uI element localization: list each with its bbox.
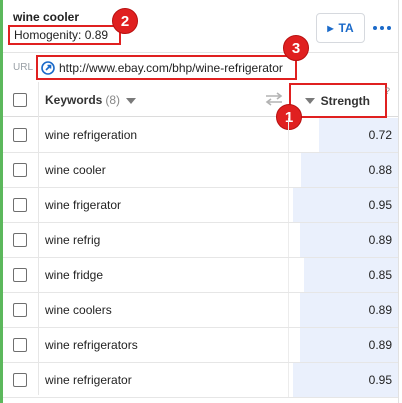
table-row[interactable]: wine refrigerator 0.95 bbox=[3, 363, 398, 398]
strength-cell: 0.89 bbox=[368, 338, 392, 352]
table-row[interactable]: wine fridge 0.85 bbox=[3, 258, 398, 293]
keywords-count: (8) bbox=[105, 93, 121, 107]
url-label: URL bbox=[13, 62, 34, 73]
keyword-cluster-panel: wine cooler Homogenity: 0.89 ▶ TA 2 URL … bbox=[0, 0, 402, 403]
table-row[interactable]: wine cooler 0.88 bbox=[3, 153, 398, 188]
keyword-cell: wine coolers bbox=[45, 303, 112, 317]
strength-header-label: Strength bbox=[320, 93, 370, 108]
keyword-cell: wine refrigerators bbox=[45, 338, 138, 352]
strength-cell: 0.95 bbox=[368, 198, 392, 212]
keyword-cell: wine refrigerator bbox=[45, 373, 132, 387]
url-text: http://www.ebay.com/bhp/wine-refrigerato… bbox=[59, 60, 283, 75]
url-link[interactable]: http://www.ebay.com/bhp/wine-refrigerato… bbox=[36, 55, 297, 80]
column-divider bbox=[288, 363, 289, 397]
swap-columns-icon[interactable] bbox=[265, 92, 283, 106]
sort-caret-icon bbox=[126, 97, 137, 104]
strength-cell: 0.89 bbox=[368, 233, 392, 247]
keyword-cell: wine refrig bbox=[45, 233, 101, 247]
row-checkbox[interactable] bbox=[13, 233, 27, 247]
ta-button[interactable]: ▶ TA bbox=[316, 13, 365, 43]
column-divider bbox=[288, 223, 289, 257]
right-border bbox=[398, 0, 399, 403]
play-icon: ▶ bbox=[327, 23, 334, 33]
strength-cell: 0.72 bbox=[368, 128, 392, 142]
row-checkbox[interactable] bbox=[13, 338, 27, 352]
more-options-icon[interactable] bbox=[372, 18, 392, 38]
column-divider bbox=[288, 328, 289, 362]
row-checkbox[interactable] bbox=[13, 303, 27, 317]
strength-cell: 0.88 bbox=[368, 163, 392, 177]
column-divider bbox=[288, 293, 289, 327]
keyword-cell: wine cooler bbox=[45, 163, 106, 177]
strength-cell: 0.89 bbox=[368, 303, 392, 317]
select-all-checkbox[interactable] bbox=[13, 93, 27, 107]
keyword-cell: wine refrigeration bbox=[45, 128, 138, 142]
row-checkbox[interactable] bbox=[13, 198, 27, 212]
column-divider bbox=[288, 118, 289, 152]
row-checkbox[interactable] bbox=[13, 163, 27, 177]
keyword-cell: wine frigerator bbox=[45, 198, 122, 212]
keyword-cell: wine fridge bbox=[45, 268, 104, 282]
cluster-title: wine cooler bbox=[13, 10, 80, 24]
strength-cell: 0.95 bbox=[368, 373, 392, 387]
table-row[interactable]: wine coolers 0.89 bbox=[3, 293, 398, 328]
help-icon[interactable]: ? bbox=[385, 86, 390, 96]
keywords-header-label: Keywords bbox=[45, 93, 103, 107]
column-divider bbox=[288, 153, 289, 187]
table-row[interactable]: wine refrig 0.89 bbox=[3, 223, 398, 258]
ta-button-label: TA bbox=[338, 21, 354, 35]
external-link-icon bbox=[41, 60, 55, 75]
annotation-badge-2: 2 bbox=[112, 8, 138, 34]
strength-column-header[interactable]: Strength bbox=[289, 83, 387, 118]
column-divider bbox=[288, 188, 289, 222]
keywords-column-header[interactable]: Keywords (8) bbox=[45, 93, 137, 107]
sort-caret-icon bbox=[304, 97, 315, 104]
table-row[interactable]: wine refrigeration 0.72 bbox=[3, 118, 398, 153]
row-checkbox[interactable] bbox=[13, 373, 27, 387]
homogenity-label: Homogenity: 0.89 bbox=[8, 25, 121, 45]
strength-cell: 0.85 bbox=[368, 268, 392, 282]
column-divider bbox=[288, 258, 289, 292]
table-row[interactable]: wine refrigerators 0.89 bbox=[3, 328, 398, 363]
table-row[interactable]: wine frigerator 0.95 bbox=[3, 188, 398, 223]
header-divider bbox=[3, 52, 398, 53]
row-checkbox[interactable] bbox=[13, 128, 27, 142]
annotation-badge-3: 3 bbox=[283, 35, 309, 61]
row-checkbox[interactable] bbox=[13, 268, 27, 282]
